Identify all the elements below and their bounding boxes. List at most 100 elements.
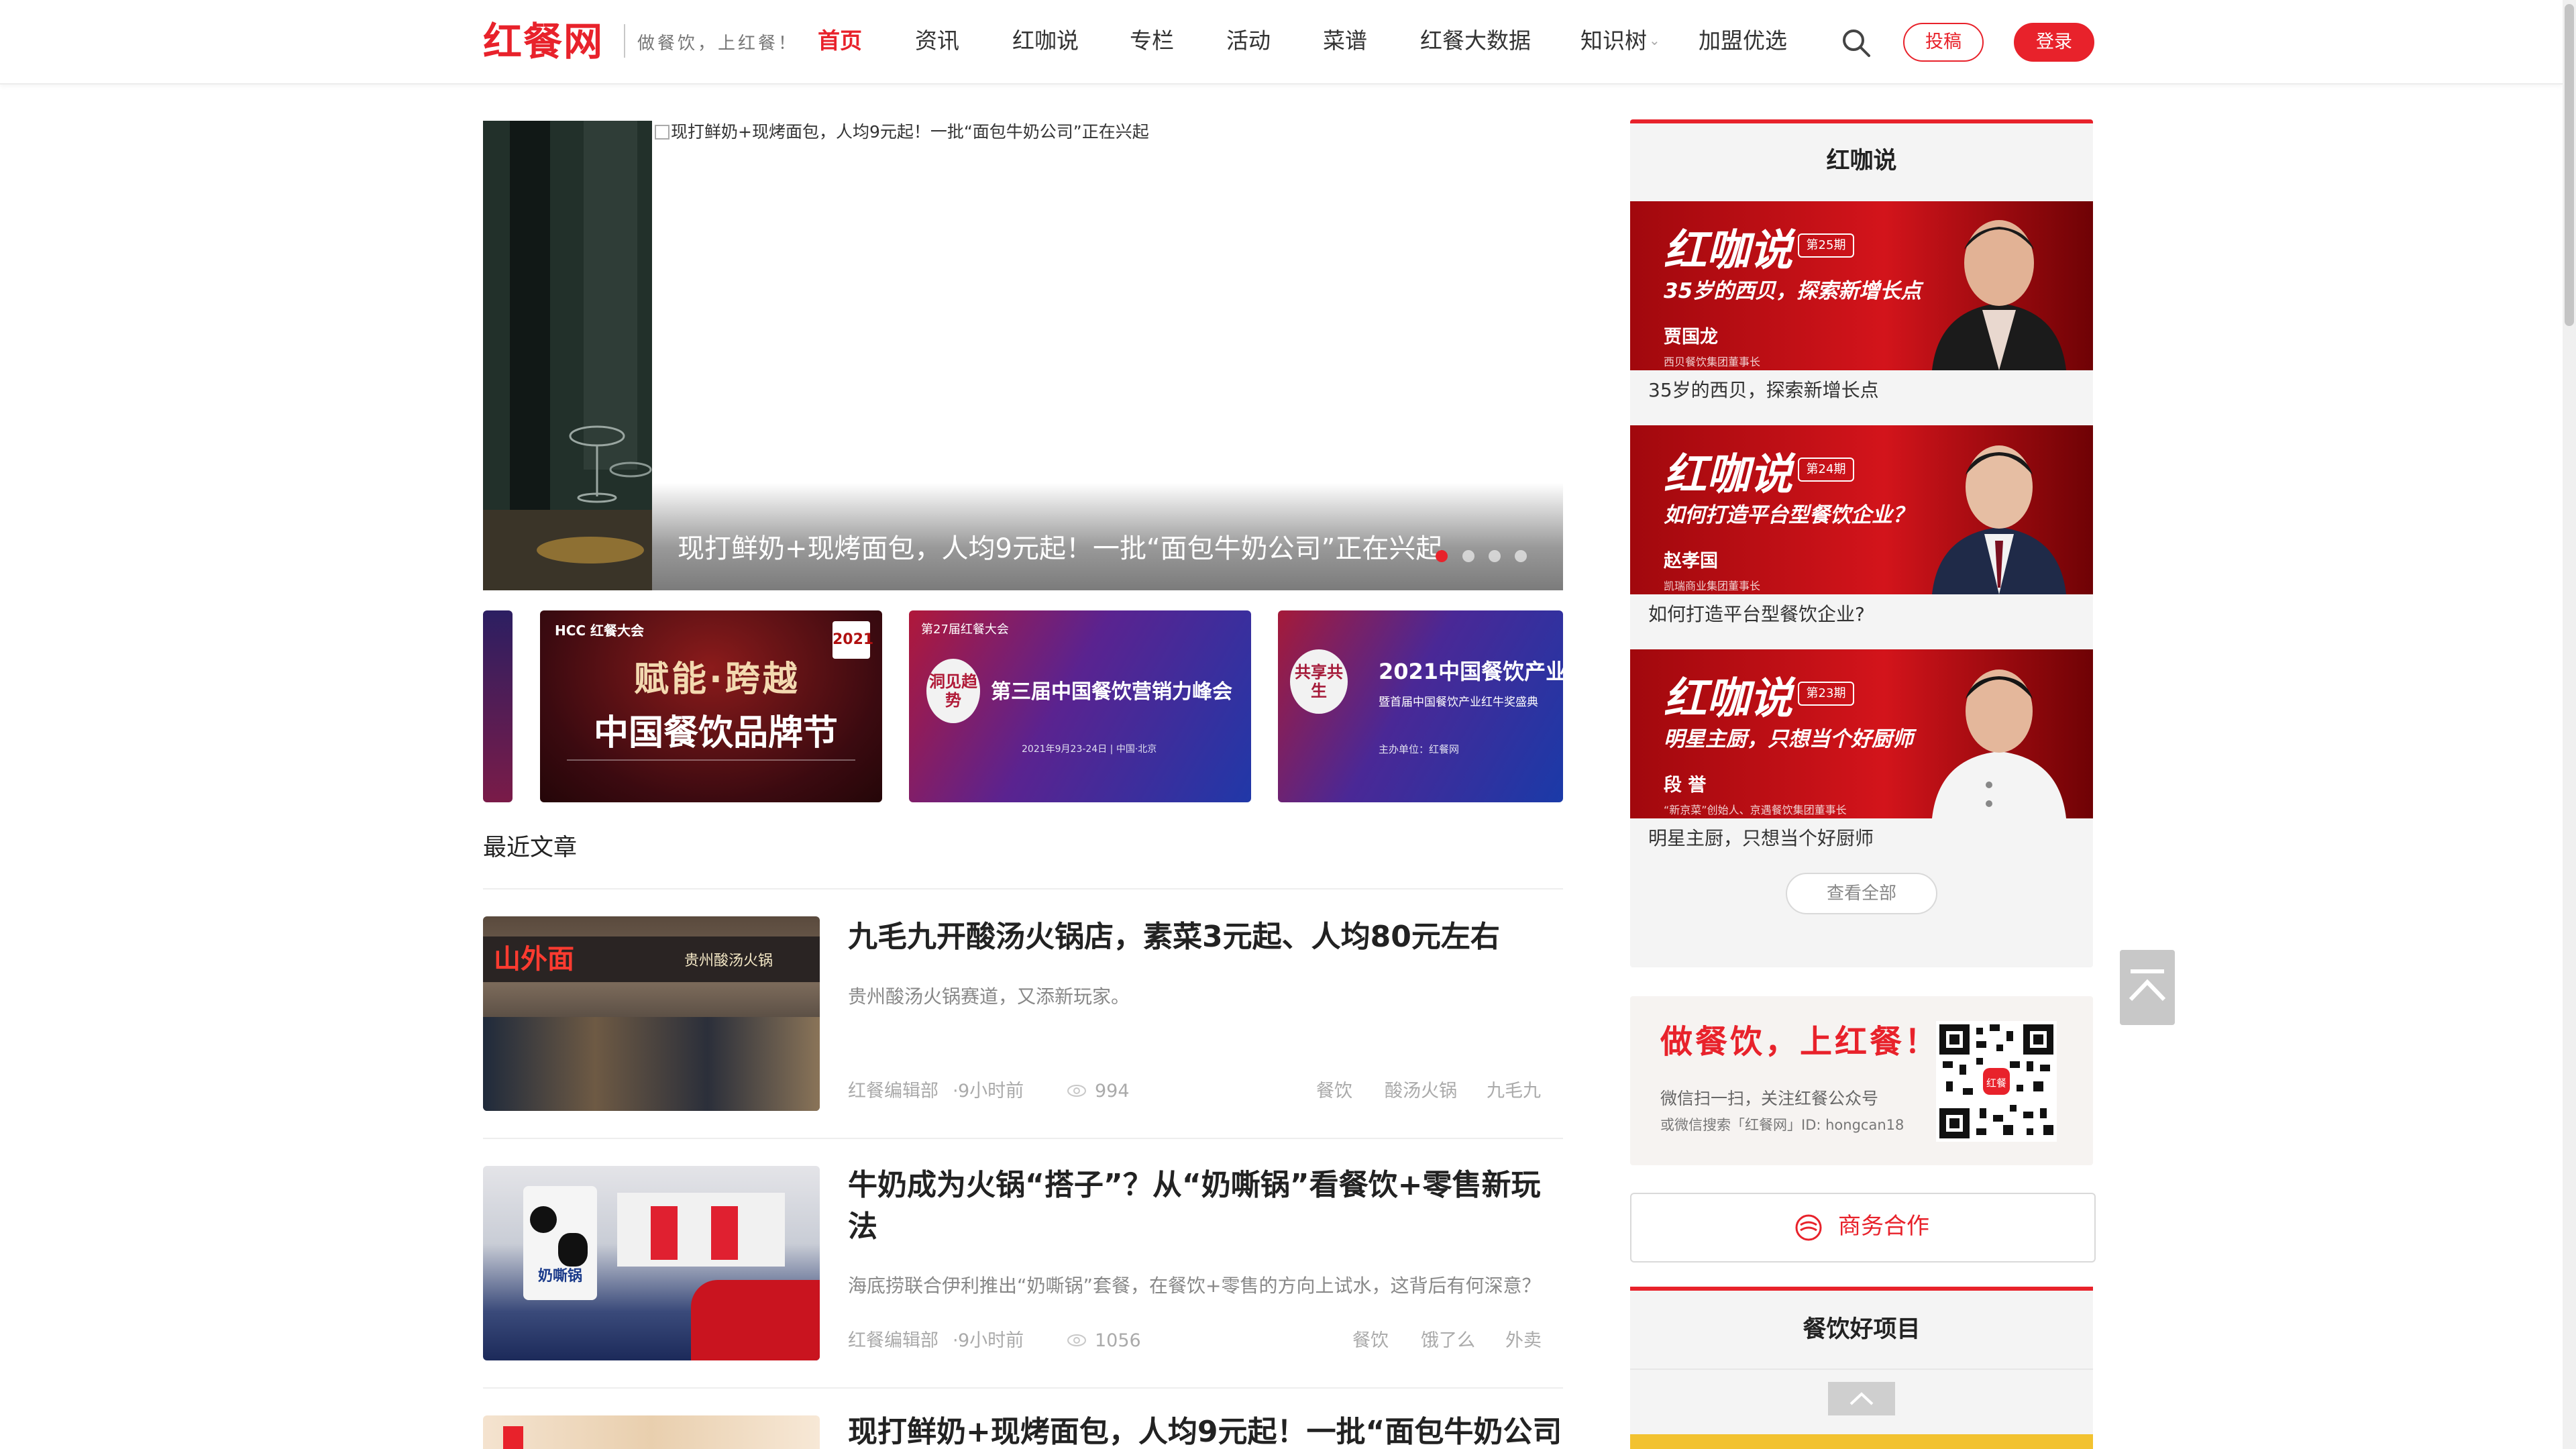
banner-year: 2021 (833, 621, 873, 659)
article-thumbnail[interactable]: 山外面 贵州酸汤火锅 (483, 916, 820, 1111)
banner-marketing-summit[interactable]: 第27届红餐大会 洞见趋势 第三届中国餐饮营销力峰会 2021年9月23-24日… (909, 610, 1251, 802)
banner-subtitle: 暨首届中国餐饮产业红牛奖盛典 (1379, 696, 1538, 709)
talk-caption[interactable]: 35岁的西贝，探索新增长点 (1648, 377, 1879, 404)
recent-articles-heading: 最近文章 (483, 835, 578, 861)
sidebar-talks-title: 红咖说 (1826, 148, 1897, 174)
banner-organizer: 主办单位：红餐网 (1379, 743, 1460, 755)
talk-banner[interactable]: 红咖说 第23期 明星主厨，只想当个好厨师 段 誉 “新京菜”创始人、京遇餐饮集… (1630, 649, 2093, 818)
wechat-scan-text: 微信扫一扫，关注红餐公众号 (1660, 1089, 1879, 1108)
speaker-photo (1932, 445, 2066, 594)
site-tagline: 做餐饮，上红餐！ (637, 34, 799, 54)
article-summary: 海底捞联合伊利推出“奶嘶锅”套餐，在餐饮+零售的方向上试水，这背后有何深意？ (848, 1275, 1541, 1297)
talk-speaker-role: 凯瑞商业集团董事长 (1664, 580, 1761, 592)
article-author[interactable]: 红餐编辑部 (848, 1078, 938, 1105)
talk-speaker-name: 段 誉 (1664, 775, 1707, 796)
nav-events[interactable]: 活动 (1226, 25, 1271, 56)
talk-headline: 35岁的西贝，探索新增长点 (1664, 279, 1922, 303)
talk-brand: 红咖说 (1664, 226, 1792, 276)
carousel-dot-3[interactable] (1489, 550, 1501, 562)
divider (1630, 1368, 2093, 1370)
talk-banner[interactable]: 红咖说 第24期 如何打造平台型餐饮企业？ 赵孝国 凯瑞商业集团董事长 (1630, 425, 2093, 594)
article-tag[interactable]: 九毛九 (1487, 1078, 1541, 1105)
article-views: 1056 (1095, 1330, 1141, 1351)
chevron-down-icon: ⌄ (1649, 32, 1660, 48)
nav-columns[interactable]: 专栏 (1130, 25, 1174, 56)
search-icon[interactable] (1840, 27, 1872, 59)
banner-industry-summit[interactable]: 共享共生 2021中国餐饮产业峰 暨首届中国餐饮产业红牛奖盛典 主办单位：红餐网 (1278, 610, 1563, 802)
article-tag[interactable]: 餐饮 (1316, 1078, 1352, 1105)
article-tag[interactable]: 饿了么 (1421, 1328, 1475, 1354)
article-time: 9小时前 (958, 1330, 1024, 1351)
talk-episode: 第24期 (1798, 458, 1854, 482)
wechat-slogan: 做餐饮，上红餐！ (1660, 1023, 1940, 1061)
banner-badge: HCC 红餐大会 (555, 623, 645, 639)
carousel-dot-2[interactable] (1462, 550, 1474, 562)
hero-caption[interactable]: 现打鲜奶+现烤面包，人均9元起！一批“面包牛奶公司”正在兴起 (678, 530, 1442, 568)
article-time: 9小时前 (958, 1081, 1024, 1102)
banner-partial[interactable] (483, 610, 513, 802)
login-button[interactable]: 登录 (2014, 23, 2094, 62)
article-title[interactable]: 牛奶成为火锅“搭子”？从“奶嘶锅”看餐饮+零售新玩法 (848, 1165, 1559, 1248)
nav-hongkashuo[interactable]: 红咖说 (1012, 25, 1079, 56)
thumbnail-subsign: 贵州酸汤火锅 (684, 953, 773, 969)
site-header (0, 0, 2563, 85)
wechat-qr-code: 红餐 (1936, 1021, 2057, 1142)
talk-banner[interactable]: 红咖说 第25期 35岁的西贝，探索新增长点 贾国龙 西贝餐饮集团董事长 (1630, 201, 2093, 370)
talk-brand: 红咖说 (1664, 450, 1792, 500)
nav-franchise[interactable]: 加盟优选 (1699, 25, 1787, 56)
business-icon (1795, 1214, 1822, 1241)
banner-headline: 赋能·跨越 (634, 659, 800, 700)
sidebar-projects-title: 餐饮好项目 (1803, 1316, 1921, 1343)
talk-headline: 如何打造平台型餐饮企业？ (1664, 503, 1913, 527)
article-title[interactable]: 九毛九开酸汤火锅店，素菜3元起、人均80元左右 (848, 916, 1559, 958)
article-tag[interactable]: 外卖 (1505, 1328, 1542, 1354)
talk-episode: 第25期 (1798, 233, 1854, 258)
scrollbar-thumb[interactable] (2565, 4, 2574, 326)
nav-home[interactable]: 首页 (818, 25, 862, 56)
article-thumbnail[interactable]: 奶嘶锅 (483, 1166, 820, 1360)
talk-caption[interactable]: 明星主厨，只想当个好厨师 (1648, 825, 1874, 852)
project-banner-top[interactable] (1630, 1434, 2093, 1449)
banner-date: 2021年9月23-24日 | 中国·北京 (1022, 744, 1157, 755)
view-all-button[interactable]: 查看全部 (1786, 873, 1937, 914)
banner-title: 2021中国餐饮产业峰 (1379, 659, 1563, 684)
site-logo[interactable]: 红餐网 (483, 19, 604, 64)
article-views: 994 (1095, 1081, 1130, 1102)
nav-knowledge-tree[interactable]: 知识树 (1580, 25, 1647, 56)
carousel-dot-1[interactable] (1436, 550, 1448, 562)
nav-recipes[interactable]: 菜谱 (1323, 25, 1367, 56)
banner-brand-festival[interactable]: HCC 红餐大会 2021 赋能·跨越 中国餐饮品牌节 (540, 610, 882, 802)
projects-collapse-button[interactable] (1828, 1382, 1895, 1415)
article-tag[interactable]: 酸汤火锅 (1385, 1078, 1457, 1105)
banner-title: 中国餐饮品牌节 (594, 713, 839, 753)
submit-article-button[interactable]: 投稿 (1903, 23, 1984, 62)
back-to-top-button[interactable] (2120, 950, 2175, 1025)
article-tag[interactable]: 餐饮 (1352, 1328, 1389, 1354)
banner-divider (567, 759, 855, 761)
chevron-up-icon (1849, 1392, 1874, 1405)
back-to-top-icon (2129, 969, 2166, 1002)
nav-big-data[interactable]: 红餐大数据 (1420, 25, 1531, 56)
talk-speaker-name: 赵孝国 (1664, 551, 1718, 572)
nav-news[interactable]: 资讯 (915, 25, 959, 56)
article-author[interactable]: 红餐编辑部 (848, 1328, 938, 1354)
talk-caption[interactable]: 如何打造平台型餐饮企业? (1648, 601, 1865, 628)
hero-side-image[interactable] (483, 121, 652, 590)
article-title[interactable]: 现打鲜奶+现烤面包，人均9元起！一批“面包牛奶公司”正在兴起 (848, 1411, 1559, 1449)
divider (483, 1138, 1563, 1139)
hero-image-alt-text: 现打鲜奶+现烤面包，人均9元起！一批“面包牛奶公司”正在兴起 (671, 122, 1149, 142)
eye-icon (1067, 1334, 1086, 1346)
talk-speaker-name: 贾国龙 (1664, 327, 1718, 347)
carousel-dot-4[interactable] (1515, 550, 1527, 562)
divider (483, 1387, 1563, 1389)
article-thumbnail[interactable] (483, 1415, 820, 1449)
business-cooperation-label[interactable]: 商务合作 (1838, 1210, 1929, 1242)
banner-badge-circle: 共享共生 (1290, 649, 1348, 714)
qr-center-label: 红餐 (1986, 1077, 2006, 1089)
divider (483, 888, 1563, 890)
talk-brand: 红咖说 (1664, 674, 1792, 724)
talk-headline: 明星主厨，只想当个好厨师 (1664, 727, 1913, 751)
thumbnail-sign: 山外面 (494, 944, 574, 975)
banner-badge: 第27届红餐大会 (921, 623, 1009, 637)
logo-divider (624, 24, 625, 58)
